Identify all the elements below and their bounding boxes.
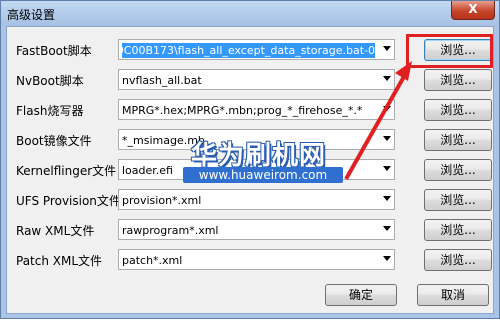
arrow-shaft <box>344 72 408 180</box>
arrow-head <box>395 61 412 81</box>
advanced-settings-dialog: 高级设置 X FastBoot脚本 0-PLK-AL10C00B173\flas… <box>0 0 500 319</box>
watermark-url: www.huaweirom.com <box>183 167 343 183</box>
